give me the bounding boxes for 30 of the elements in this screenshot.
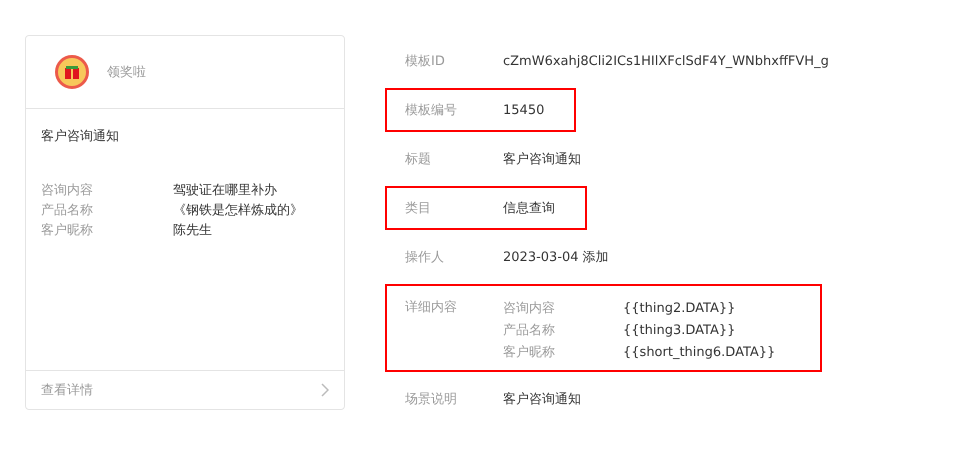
detail-value: 客户咨询通知 bbox=[503, 391, 581, 408]
field-value: 《钢铁是怎样炼成的》 bbox=[173, 202, 303, 220]
gift-icon bbox=[55, 55, 89, 89]
detail-value: 15450 bbox=[503, 102, 544, 118]
view-details-link[interactable]: 查看详情 bbox=[41, 381, 93, 399]
field-label: 产品名称 bbox=[41, 202, 94, 220]
detail-value: 客户咨询通知 bbox=[503, 151, 581, 168]
detail-label: 模板ID bbox=[405, 53, 446, 70]
detail-value: 2023-03-04 添加 bbox=[503, 249, 609, 266]
detail-label: 详细内容 bbox=[405, 299, 458, 316]
detail-label: 操作人 bbox=[405, 249, 445, 266]
field-value: 陈先生 bbox=[173, 222, 212, 240]
detail-label: 模板编号 bbox=[405, 102, 458, 119]
detail-value: 信息查询 bbox=[503, 200, 555, 217]
brand-name: 领奖啦 bbox=[107, 64, 146, 81]
field-value: {{thing3.DATA}} bbox=[623, 322, 736, 340]
field-label: 客户昵称 bbox=[503, 344, 556, 362]
chevron-right-icon[interactable] bbox=[321, 383, 329, 397]
detail-value: cZmW6xahj8Cli2ICs1HIlXFclSdF4Y_WNbhxffFVH_g bbox=[503, 54, 829, 68]
message-title: 客户咨询通知 bbox=[41, 128, 120, 145]
detail-label: 标题 bbox=[405, 151, 432, 168]
field-label: 咨询内容 bbox=[503, 300, 556, 318]
field-label: 咨询内容 bbox=[41, 182, 94, 200]
field-value: 驾驶证在哪里补办 bbox=[173, 182, 277, 200]
field-value: {{thing2.DATA}} bbox=[623, 300, 736, 318]
detail-label: 类目 bbox=[405, 200, 432, 217]
detail-label: 场景说明 bbox=[405, 391, 458, 408]
field-label: 产品名称 bbox=[503, 322, 556, 340]
field-value: {{short_thing6.DATA}} bbox=[623, 344, 776, 362]
field-label: 客户昵称 bbox=[41, 222, 94, 240]
